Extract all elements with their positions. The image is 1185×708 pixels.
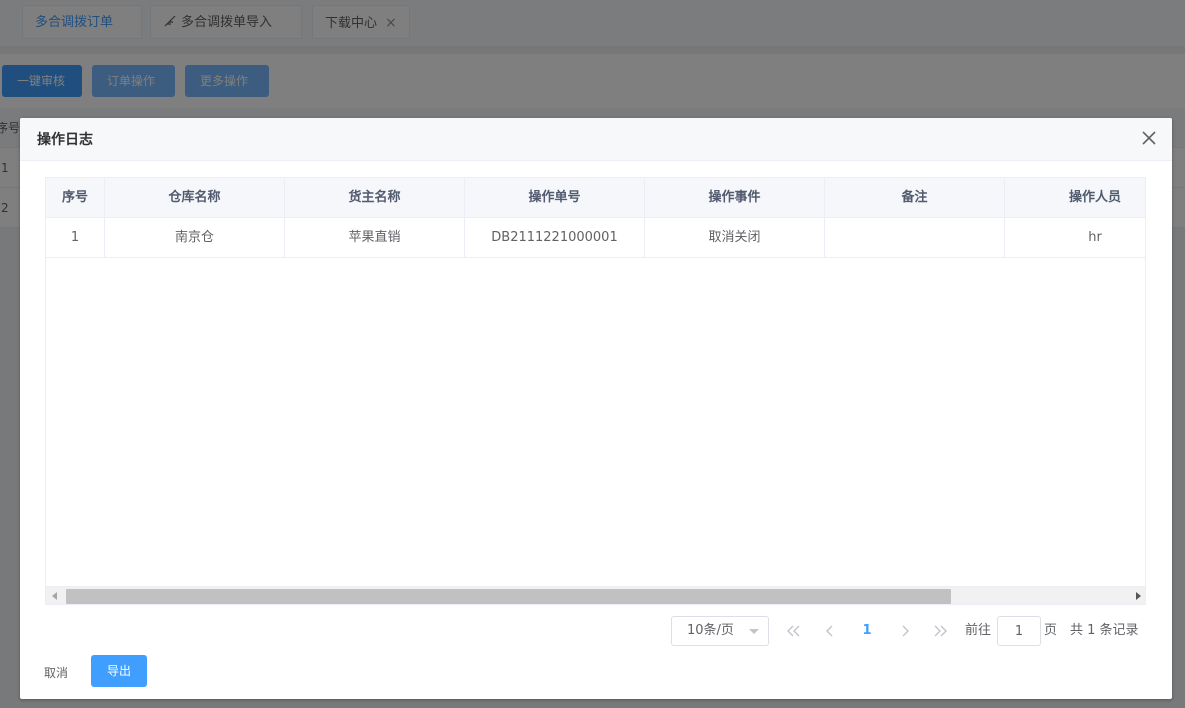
- scroll-left-icon[interactable]: [52, 592, 57, 600]
- cell-index: 1: [46, 218, 105, 257]
- cell-owner: 苹果直销: [285, 218, 465, 257]
- dialog-footer: 取消 导出: [20, 653, 1172, 693]
- current-page-number[interactable]: 1: [856, 615, 878, 647]
- dialog-header: 操作日志: [20, 118, 1172, 161]
- first-page-icon[interactable]: [782, 620, 804, 642]
- export-button[interactable]: 导出: [91, 655, 147, 687]
- cell-event: 取消关闭: [645, 218, 825, 257]
- caret-down-icon: [749, 629, 759, 634]
- column-header-event: 操作事件: [645, 178, 825, 217]
- column-header-owner: 货主名称: [285, 178, 465, 217]
- column-header-warehouse: 仓库名称: [105, 178, 285, 217]
- cell-remark: [825, 218, 1005, 257]
- close-icon[interactable]: [1140, 129, 1158, 147]
- log-table: 序号 仓库名称 货主名称 操作单号 操作事件 备注 操作人员 1 南京仓 苹果直…: [45, 177, 1146, 605]
- column-header-index: 序号: [46, 178, 105, 217]
- last-page-icon[interactable]: [930, 620, 952, 642]
- prev-page-icon[interactable]: [819, 620, 841, 642]
- scrollbar-thumb[interactable]: [66, 589, 951, 604]
- cell-operator: hr: [1088, 230, 1102, 245]
- cell-warehouse: 南京仓: [105, 218, 285, 257]
- operation-log-dialog: 操作日志 序号 仓库名称 货主名称 操作单号 操作事件 备注 操作人员 1 南京…: [20, 118, 1172, 699]
- goto-suffix: 页: [1044, 623, 1058, 638]
- goto-prefix: 前往: [965, 623, 992, 638]
- horizontal-scrollbar[interactable]: [46, 586, 1145, 604]
- table-row[interactable]: 1 南京仓 苹果直销 DB2111221000001 取消关闭 hr: [46, 218, 1145, 258]
- page-size-value: 10条/页: [687, 623, 734, 638]
- scroll-right-icon[interactable]: [1136, 592, 1141, 600]
- table-header: 序号 仓库名称 货主名称 操作单号 操作事件 备注 操作人员: [46, 178, 1145, 218]
- page-size-select[interactable]: 10条/页: [671, 616, 769, 646]
- pagination: 10条/页 1 前往 页 共 1 条记录: [20, 615, 1172, 647]
- cell-order-no: DB2111221000001: [465, 218, 645, 257]
- next-page-icon[interactable]: [894, 620, 916, 642]
- cancel-button[interactable]: 取消: [44, 661, 68, 685]
- column-header-remark: 备注: [825, 178, 1005, 217]
- goto-page-input[interactable]: [997, 616, 1041, 646]
- total-records: 共 1 条记录: [1070, 623, 1139, 638]
- column-header-order-no: 操作单号: [465, 178, 645, 217]
- dialog-title: 操作日志: [37, 132, 93, 148]
- column-header-operator: 操作人员: [1068, 190, 1121, 205]
